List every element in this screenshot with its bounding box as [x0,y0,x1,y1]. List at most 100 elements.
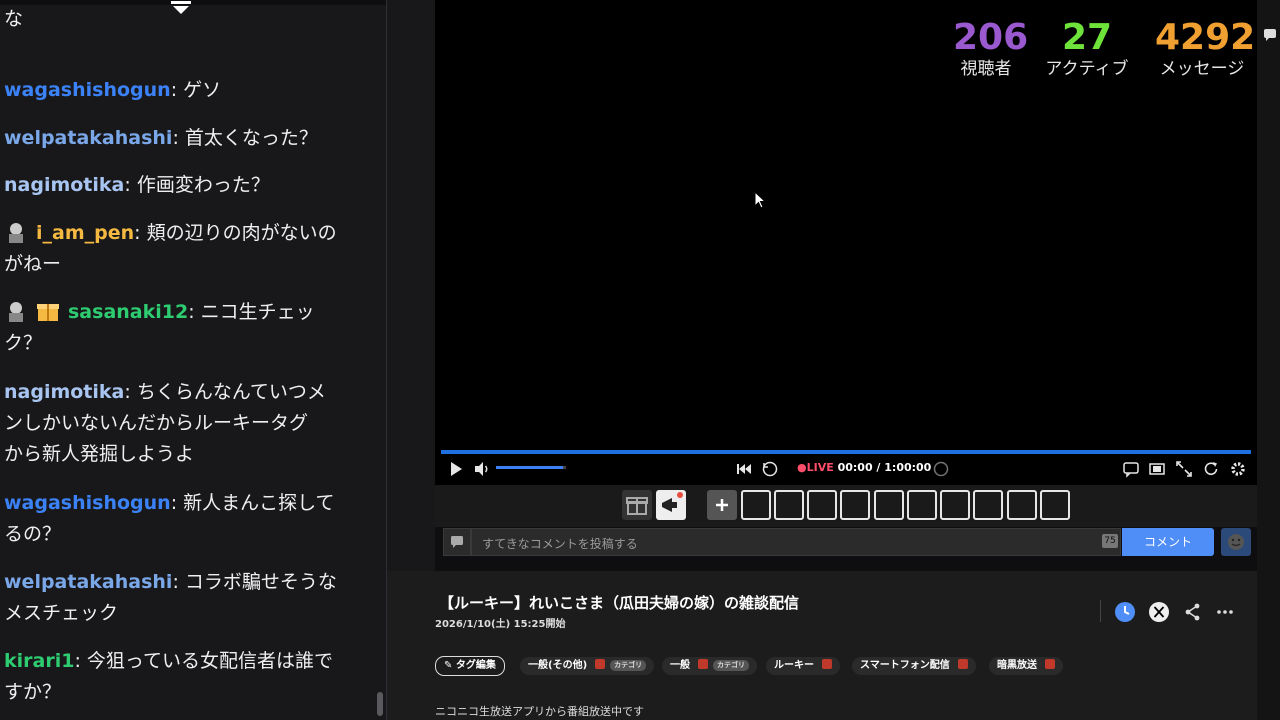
emote-slot[interactable] [1007,490,1037,520]
emote-slot[interactable] [774,490,804,520]
seek-bar[interactable] [441,450,1251,454]
side-comment-icon[interactable] [1263,28,1277,42]
chat-panel: な wagashishogun: ゲソ welpatakahashi: 首太くな… [0,0,387,720]
right-side-strip [1257,0,1280,720]
chat-message-text: : 今狙っている女配信者は誰で [74,650,333,672]
chat-message-text: : コラボ騙せそうな [172,571,337,593]
gift-icon[interactable] [622,490,652,520]
comment-command-icon [451,536,463,548]
comment-command-button[interactable] [443,528,471,556]
chat-message: sasanaki12: ニコ生チェッ ク？ [4,297,364,359]
comment-char-count: 75 [1102,534,1118,548]
rewind-10-icon[interactable] [761,460,779,478]
tag-label: 暗黒放送 [997,660,1037,671]
chat-username[interactable]: i_am_pen [36,222,134,244]
chat-message-text: : ちくらんなんていつメ [124,381,326,403]
tag-item[interactable]: 一般 カテゴリ [662,657,757,675]
fullscreen-icon[interactable] [1175,460,1193,478]
chat-message: nagimotika: 作画変わった？ [4,170,364,201]
emote-slot[interactable] [874,490,904,520]
chat-username[interactable]: welpatakahashi [4,127,172,149]
chat-message-text-cont: すか？ [4,681,62,703]
tag-category-badge: カテゴリ [713,660,749,671]
tag-category-badge: カテゴリ [610,660,647,671]
tag-item[interactable]: ルーキー [766,657,840,675]
dictionary-icon[interactable] [822,659,832,669]
chat-username[interactable]: kirari1 [4,650,74,672]
volume-slider-fill [496,466,563,469]
gift-box-icon [37,304,59,321]
dictionary-icon[interactable] [957,659,968,669]
message-count-label: メッセージ [1159,59,1245,79]
active-count-label: アクティブ [1045,59,1129,79]
skip-back-icon[interactable] [735,460,753,478]
emote-slot[interactable] [807,490,837,520]
chat-message: な [4,4,364,35]
emote-slot[interactable] [940,490,970,520]
emote-slot[interactable] [741,490,771,520]
chat-message-text-cont: メスチェック [4,602,119,624]
reload-icon[interactable] [1202,460,1220,478]
viewer-count-label: 視聴者 [960,59,1012,79]
program-description: ニコニコ生放送アプリから番組放送中です [435,705,644,718]
forward-10-icon[interactable] [932,460,950,478]
dictionary-icon[interactable] [595,659,606,669]
tag-edit-label: タグ編集 [455,660,496,671]
timeshift-clock-icon[interactable] [1114,601,1136,623]
more-options-icon[interactable] [1214,601,1236,623]
x-share-icon[interactable] [1148,601,1170,623]
chat-message: wagashishogun: ゲソ [4,75,364,106]
chat-message-text: : ニコ生チェッ [188,301,315,323]
emote-slot[interactable] [840,490,870,520]
volume-icon[interactable] [473,460,491,478]
playback-time: ●LIVE 00:00 / 1:00:00 [797,461,931,474]
chat-message-text-cont: ク？ [4,332,43,354]
chat-username[interactable]: nagimotika [4,174,124,196]
tag-edit-button[interactable]: ✎ タグ編集 [435,656,505,676]
comment-input[interactable]: すてきなコメントを投稿する [471,528,1121,556]
dictionary-icon[interactable] [698,659,708,669]
emote-slot[interactable] [907,490,937,520]
theater-mode-icon[interactable] [1148,460,1166,478]
comment-submit-button[interactable]: コメント [1122,528,1214,556]
emote-slot[interactable] [1040,490,1070,520]
edit-pencil-icon: ✎ [444,660,453,671]
program-start-time: 2026/1/10(土) 15:25開始 [435,619,566,630]
chat-username[interactable]: sasanaki12 [68,301,188,323]
tag-item[interactable]: 一般(その他) カテゴリ [520,657,655,675]
comment-toggle-icon[interactable] [1122,460,1140,478]
chat-username[interactable]: welpatakahashi [4,571,172,593]
emote-slot[interactable] [973,490,1003,520]
mouse-cursor-icon [754,191,766,209]
chat-message-text-cont: ンしかいないんだからルーキータグ [4,412,309,434]
tag-item[interactable]: スマートフォン配信 [852,657,976,675]
chat-message-text: : 頬の辺りの肉がないの [134,222,337,244]
add-emote-icon[interactable] [707,490,737,520]
volume-slider[interactable] [496,466,566,469]
settings-gear-icon[interactable] [1229,460,1247,478]
play-icon[interactable] [447,460,465,478]
viewer-count-value: 206 [953,17,1029,58]
dictionary-icon[interactable] [1045,659,1055,669]
tag-label: スマートフォン配信 [860,660,950,671]
advertise-megaphone-icon[interactable] [656,490,686,520]
chat-message: welpatakahashi: 首太くなった？ [4,123,364,154]
chat-username[interactable]: wagashishogun [4,79,171,101]
tag-label: 一般(その他) [528,660,588,671]
live-indicator: ●LIVE [797,461,834,474]
chat-username[interactable]: wagashishogun [4,492,171,514]
emoji-button[interactable] [1221,528,1251,556]
share-icon[interactable] [1182,601,1204,623]
chat-username[interactable]: nagimotika [4,381,124,403]
chat-scrollbar[interactable] [377,692,383,716]
tag-item[interactable]: 暗黒放送 [989,657,1063,675]
tag-label: 一般 [670,660,690,671]
message-count-value: 4292 [1155,17,1256,58]
chat-message-text: : 首太くなった？ [172,127,318,149]
smiley-icon [1228,534,1244,550]
chat-message: kirari1: 今狙っている女配信者は誰で すか？ [4,646,364,708]
time-readout: 00:00 / 1:00:00 [837,461,932,474]
chat-message-text: : 作画変わった？ [124,174,270,196]
tag-label: ルーキー [774,660,814,671]
chat-message-text: : ゲソ [170,79,222,101]
